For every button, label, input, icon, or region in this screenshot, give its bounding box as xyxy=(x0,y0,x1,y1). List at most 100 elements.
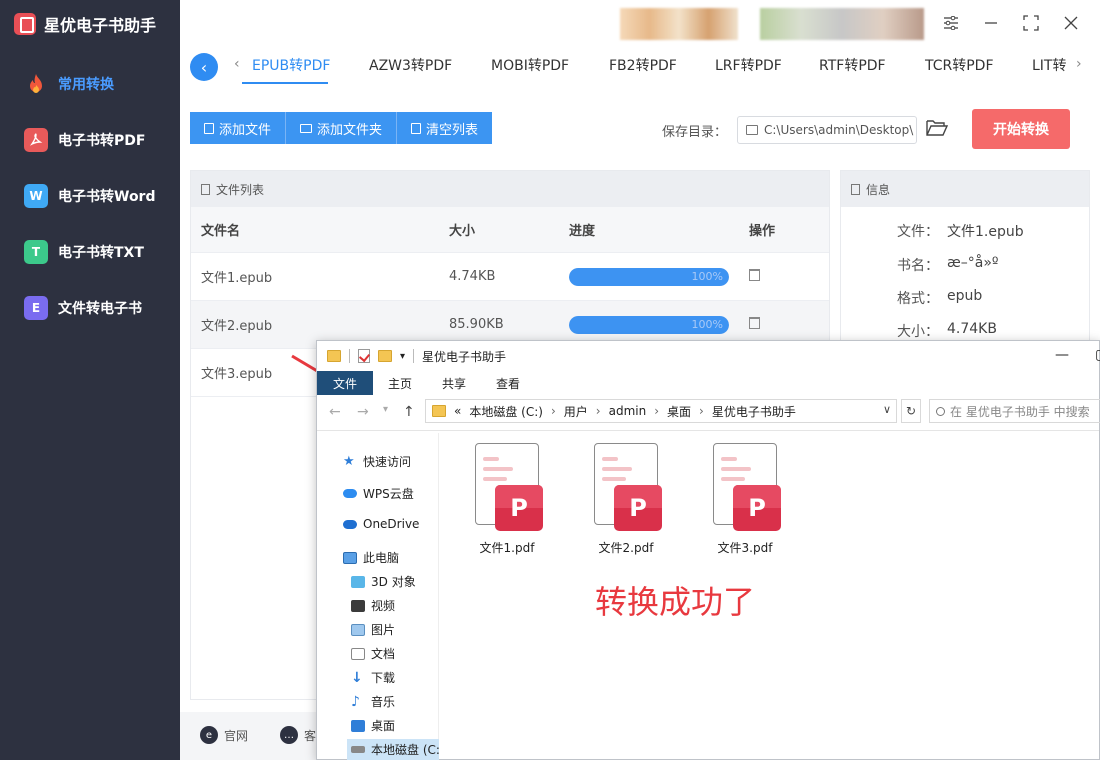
tab-epub-pdf[interactable]: EPUB转PDF xyxy=(252,55,330,75)
tree-item-music[interactable]: ♪ 音乐 xyxy=(351,693,395,710)
pdf-icon xyxy=(24,128,48,152)
file-item[interactable]: P 文件2.pdf xyxy=(576,443,676,556)
save-directory-field[interactable]: C:\Users\admin\Desktop\ xyxy=(737,116,917,144)
search-input[interactable]: 在 星优电子书助手 中搜索 xyxy=(929,399,1100,423)
address-bar[interactable]: « 本地磁盘 (C:) › 用户 › admin › 桌面 › 星优电子书助手 xyxy=(425,399,897,423)
tree-item-label: 音乐 xyxy=(371,695,396,709)
close-icon[interactable] xyxy=(1060,12,1082,34)
tab-rtf-pdf[interactable]: RTF转PDF xyxy=(819,55,886,75)
ribbon-tab-file[interactable]: 文件 xyxy=(317,371,374,395)
sidebar: 星优电子书助手 常用转换 电子书转PDF W 电子书转Word T 电子书转TX… xyxy=(0,0,180,760)
tree-item-onedrive[interactable]: OneDrive xyxy=(343,517,419,531)
tree-item-label: 3D 对象 xyxy=(371,575,416,589)
maximize-icon[interactable]: ▢ xyxy=(1095,347,1100,363)
breadcrumb-separator-icon: › xyxy=(595,404,601,418)
properties-icon[interactable] xyxy=(358,349,370,363)
blurred-region xyxy=(760,8,924,40)
tree-item-wps-cloud[interactable]: WPS云盘 xyxy=(343,485,414,502)
file-item[interactable]: P 文件3.pdf xyxy=(695,443,795,556)
sidebar-item-ebook-to-txt[interactable]: T 电子书转TXT xyxy=(0,224,180,280)
info-format: 格式： epub xyxy=(897,288,982,308)
cloud-icon xyxy=(343,489,357,498)
website-link[interactable]: e 官网 xyxy=(200,726,248,744)
ribbon-tab-share[interactable]: 共享 xyxy=(427,371,481,395)
cube-icon xyxy=(351,575,365,588)
sidebar-item-ebook-to-word[interactable]: W 电子书转Word xyxy=(0,168,180,224)
tree-item-desktop[interactable]: 桌面 xyxy=(351,717,395,734)
tree-item-videos[interactable]: 视频 xyxy=(351,597,395,614)
address-dropdown-icon[interactable]: ∨ xyxy=(883,403,891,416)
start-convert-button[interactable]: 开始转换 xyxy=(972,109,1070,149)
explorer-title-bar: ▾ 星优电子书助手 — ▢ xyxy=(317,341,1100,371)
tabs-next-icon[interactable]: › xyxy=(1076,56,1082,72)
minimize-icon[interactable] xyxy=(980,12,1002,34)
tab-tcr-pdf[interactable]: TCR转PDF xyxy=(925,55,994,75)
info-key: 文件： xyxy=(897,224,939,240)
add-folder-label: 添加文件夹 xyxy=(317,122,383,138)
star-icon: ★ xyxy=(343,453,355,469)
tree-item-documents[interactable]: 文档 xyxy=(351,645,395,662)
tree-item-label: 下载 xyxy=(371,671,396,685)
tab-mobi-pdf[interactable]: MOBI转PDF xyxy=(491,55,569,75)
delete-icon[interactable] xyxy=(749,316,760,329)
breadcrumb-item[interactable]: 本地磁盘 (C:) xyxy=(469,403,543,420)
clear-list-button[interactable]: 清空列表 xyxy=(397,112,493,144)
new-folder-icon[interactable] xyxy=(378,350,392,362)
tab-lrf-pdf[interactable]: LRF转PDF xyxy=(715,55,782,75)
breadcrumb-separator-icon: › xyxy=(550,404,556,418)
tab-lit-pdf[interactable]: LIT转 xyxy=(1032,55,1066,75)
ribbon-tab-view[interactable]: 查看 xyxy=(481,371,535,395)
computer-icon xyxy=(343,551,357,564)
folder-icon xyxy=(300,123,313,133)
add-file-button[interactable]: 添加文件 xyxy=(190,112,287,144)
ribbon-tab-home[interactable]: 主页 xyxy=(373,371,427,395)
tree-item-quick-access[interactable]: ★ 快速访问 xyxy=(343,453,411,470)
file-item[interactable]: P 文件1.pdf xyxy=(457,443,557,556)
file-name: 文件2.epub xyxy=(201,319,273,334)
drive-icon xyxy=(351,746,365,753)
back-button[interactable]: ‹ xyxy=(190,53,218,81)
breadcrumb-item[interactable]: 用户 xyxy=(564,403,588,420)
info-value: epub xyxy=(947,288,983,304)
info-value: 4.74KB xyxy=(947,321,997,337)
browse-folder-icon[interactable] xyxy=(926,119,949,137)
recent-dropdown-icon[interactable]: ▾ xyxy=(383,404,388,415)
app-logo-icon xyxy=(14,13,36,35)
sidebar-item-common[interactable]: 常用转换 xyxy=(0,56,180,112)
tab-azw3-pdf[interactable]: AZW3转PDF xyxy=(369,55,452,75)
quick-access-dropdown-icon[interactable]: ▾ xyxy=(400,351,405,362)
success-annotation: 转换成功了 xyxy=(595,583,756,621)
forward-arrow-icon[interactable]: → xyxy=(357,404,369,420)
delete-icon[interactable] xyxy=(749,268,760,281)
maximize-icon[interactable] xyxy=(1020,12,1042,34)
tabs-prev-icon[interactable]: ‹ xyxy=(234,56,240,72)
breadcrumb-item[interactable]: 桌面 xyxy=(667,403,691,420)
progress-text: 100% xyxy=(691,269,723,283)
tree-item-local-disk[interactable]: 本地磁盘 (C: xyxy=(347,739,440,760)
tree-item-3d-objects[interactable]: 3D 对象 xyxy=(351,573,416,590)
breadcrumb-separator-icon: › xyxy=(654,404,660,418)
sidebar-item-ebook-to-pdf[interactable]: 电子书转PDF xyxy=(0,112,180,168)
info-key: 格式： xyxy=(897,291,939,307)
tree-item-pictures[interactable]: 图片 xyxy=(351,621,395,638)
back-arrow-icon[interactable]: ← xyxy=(329,404,341,420)
up-arrow-icon[interactable]: ↑ xyxy=(403,404,415,420)
add-folder-button[interactable]: 添加文件夹 xyxy=(286,112,398,144)
minimize-icon[interactable]: — xyxy=(1055,347,1069,363)
breadcrumb-item[interactable]: 星优电子书助手 xyxy=(712,403,796,420)
refresh-icon[interactable]: ↻ xyxy=(901,399,921,423)
table-row[interactable]: 文件1.epub 4.74KB 100% xyxy=(191,253,829,301)
tree-item-this-pc[interactable]: 此电脑 xyxy=(343,549,399,566)
navigation-pane: ★ 快速访问 WPS云盘 OneDrive 此电脑 3D 对象 视频 图片 文档… xyxy=(317,433,440,760)
txt-icon: T xyxy=(24,240,48,264)
tree-item-downloads[interactable]: ↓ 下载 xyxy=(351,669,395,686)
folder-icon xyxy=(327,350,341,362)
breadcrumb-item[interactable]: admin xyxy=(609,404,647,418)
breadcrumb-separator-icon: › xyxy=(699,404,704,418)
settings-icon[interactable] xyxy=(940,12,962,34)
video-icon xyxy=(351,599,365,612)
tab-fb2-pdf[interactable]: FB2转PDF xyxy=(609,55,677,75)
support-link[interactable]: … 客 xyxy=(280,726,316,744)
sidebar-item-file-to-ebook[interactable]: E 文件转电子书 xyxy=(0,280,180,336)
file-label: 文件1.pdf xyxy=(479,541,535,555)
